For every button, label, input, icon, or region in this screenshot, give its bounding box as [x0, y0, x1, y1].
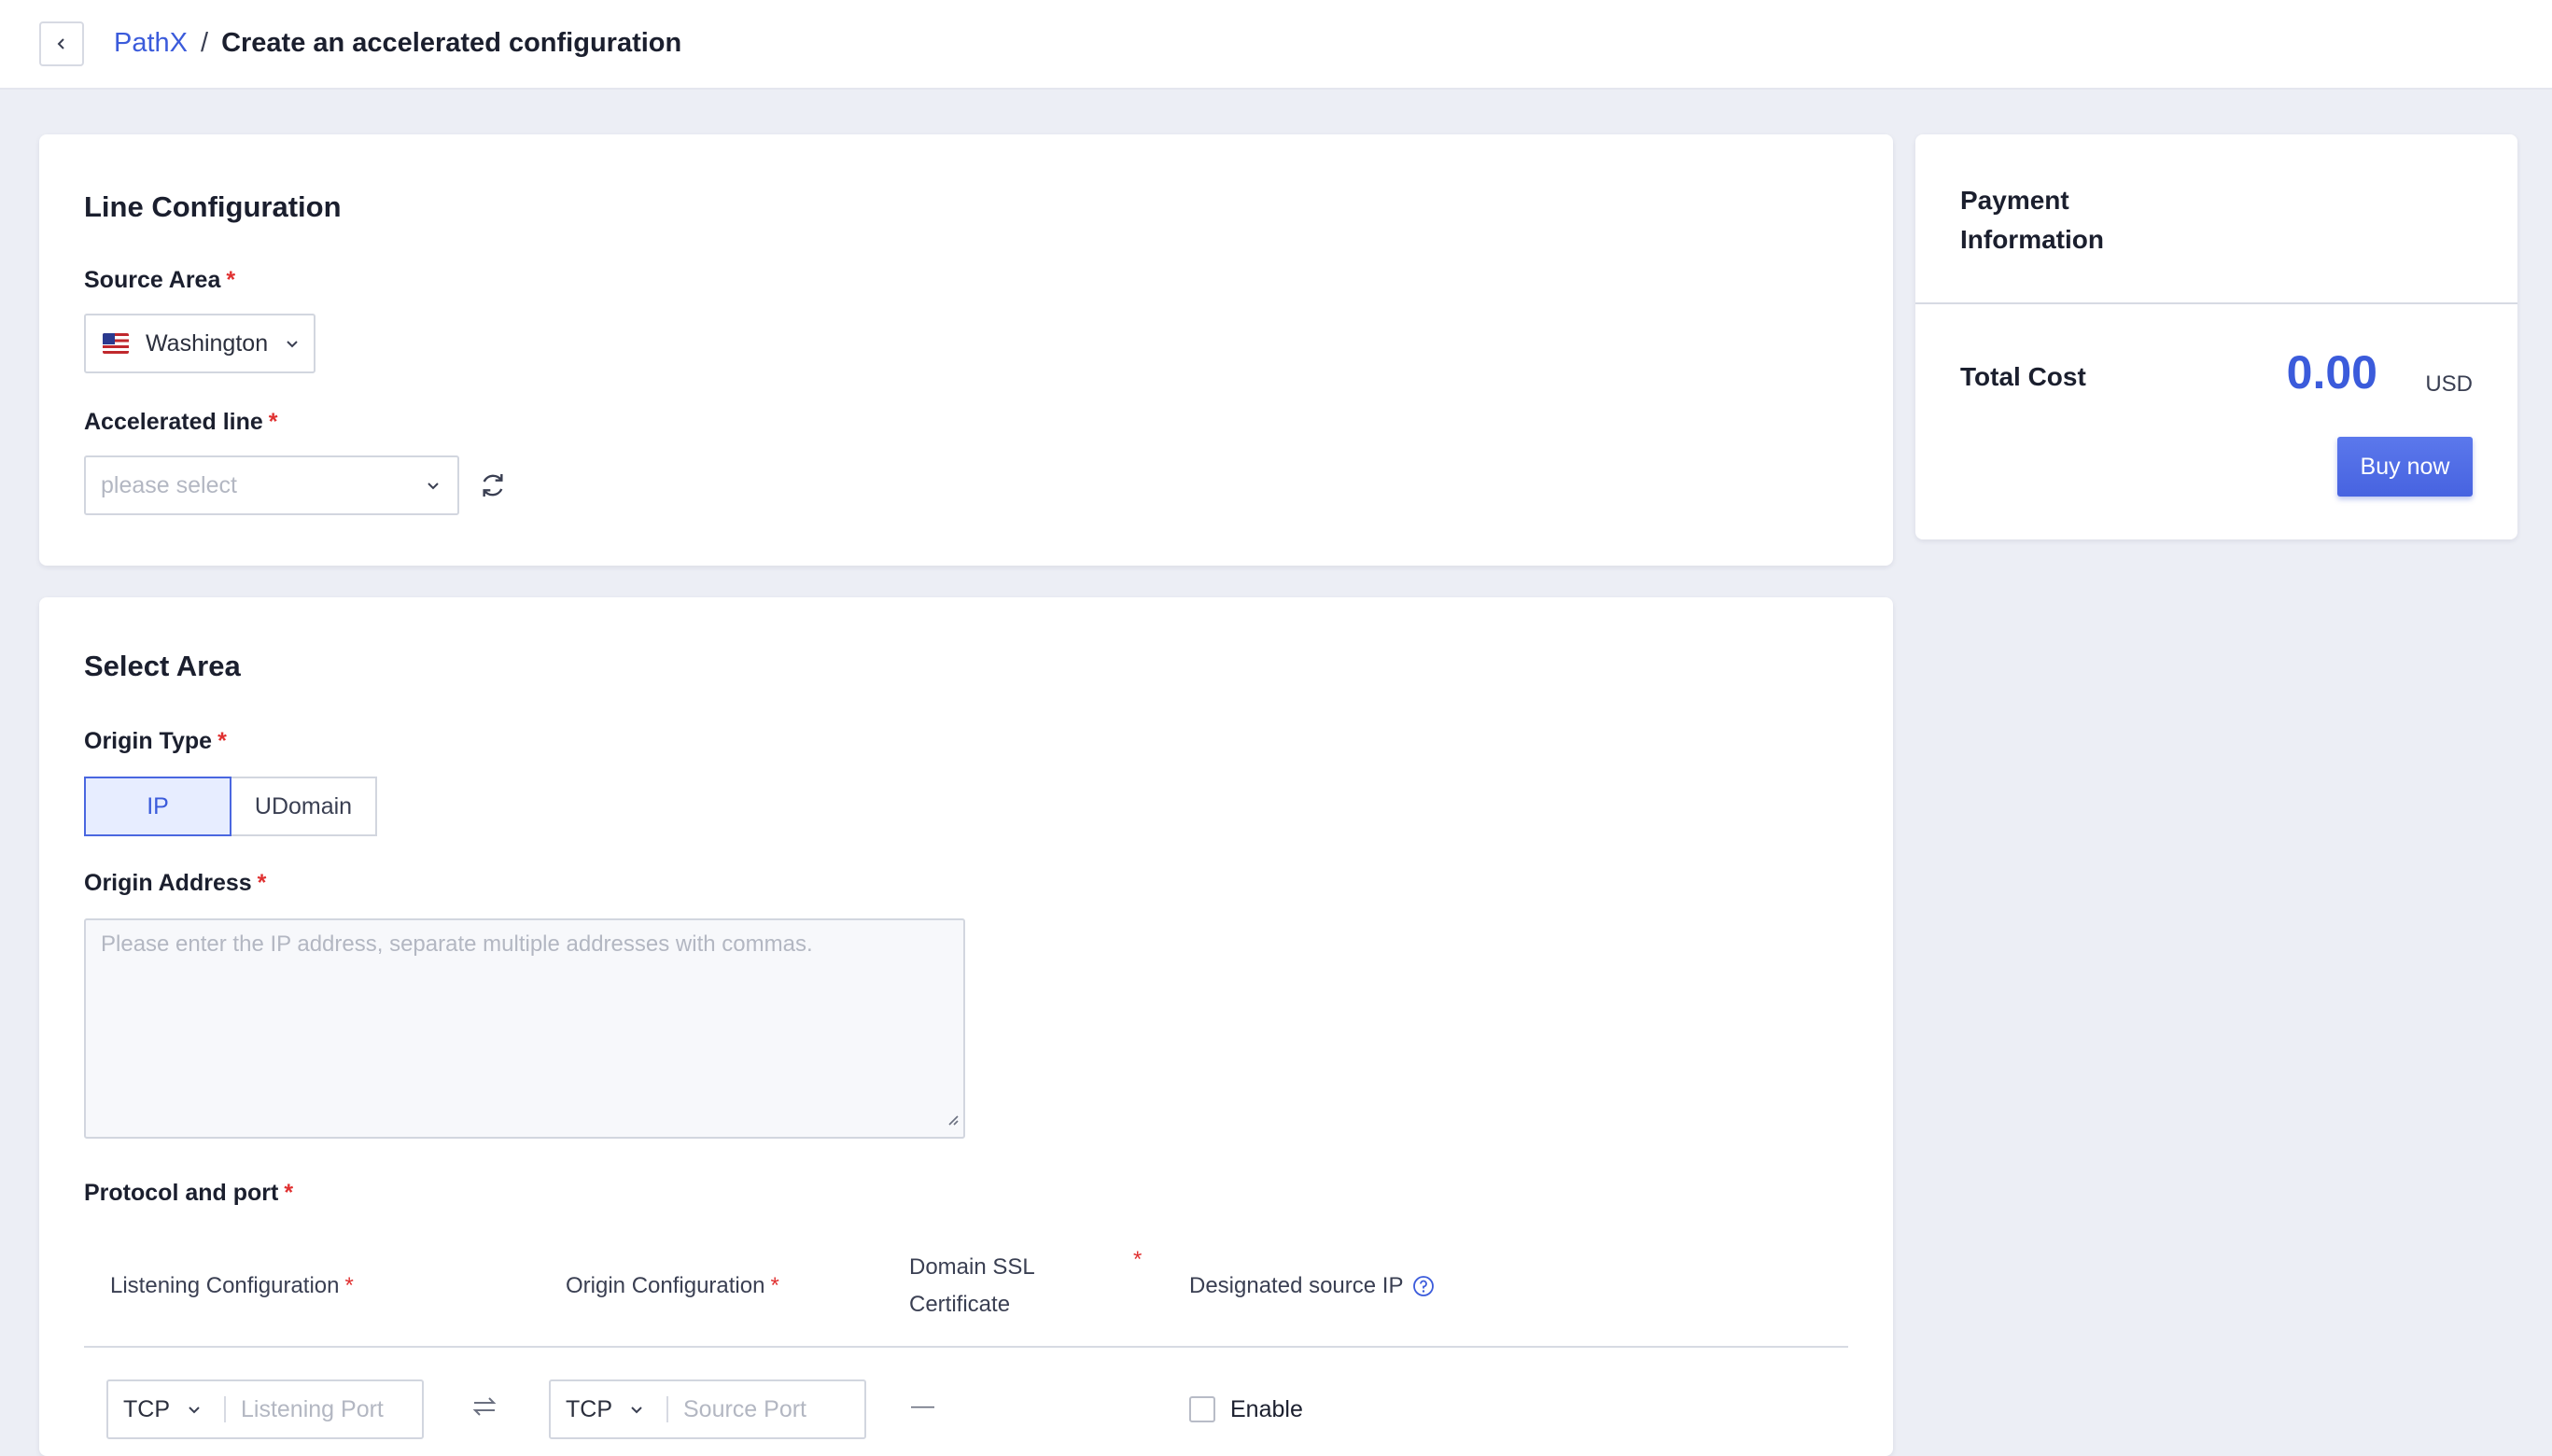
payment-information-card: Payment Information Total Cost 0.00 USD … — [1915, 134, 2517, 539]
breadcrumb-pathx-link[interactable]: PathX — [114, 28, 188, 59]
payment-divider — [1915, 302, 2517, 304]
origin-type-toggle: IP UDomain — [84, 777, 377, 836]
combo-divider — [224, 1396, 226, 1422]
help-circle-icon[interactable] — [1412, 1275, 1435, 1297]
chevron-down-icon — [285, 336, 300, 351]
page-title: Create an accelerated configuration — [221, 28, 682, 58]
chevron-down-icon — [426, 478, 441, 493]
domain-ssl-value: — — [911, 1393, 934, 1419]
enable-label: Enable — [1230, 1396, 1303, 1422]
domain-ssl-header: Domain SSL Certificate — [909, 1254, 1035, 1317]
origin-config-combo: TCP Source Port — [549, 1379, 866, 1439]
listening-port-input[interactable]: Listening Port — [241, 1396, 384, 1423]
origin-protocol-select[interactable]: TCP — [551, 1396, 666, 1423]
protocol-port-label: Protocol and port * — [84, 1180, 294, 1206]
origin-type-ip-button[interactable]: IP — [84, 777, 231, 836]
origin-address-label: Origin Address * — [84, 870, 267, 896]
listening-protocol-select[interactable]: TCP — [108, 1396, 224, 1423]
line-configuration-card: Line Configuration Source Area * Washingt… — [39, 134, 1893, 566]
breadcrumb: PathX / Create an accelerated configurat… — [114, 28, 681, 59]
chevron-down-icon — [187, 1402, 202, 1417]
origin-type-udomain-button[interactable]: UDomain — [230, 777, 377, 836]
source-area-label: Source Area * — [84, 267, 236, 293]
chevron-left-icon — [54, 36, 69, 51]
source-port-input[interactable]: Source Port — [683, 1396, 806, 1423]
chevron-down-icon — [629, 1402, 644, 1417]
domain-ssl-required-mark: * — [1133, 1247, 1143, 1272]
total-cost-amount: 0.00 — [2286, 346, 2377, 399]
designated-source-ip-header: Designated source IP — [1189, 1267, 1435, 1305]
top-bar: PathX / Create an accelerated configurat… — [0, 0, 2552, 90]
origin-address-textarea[interactable]: Please enter the IP address, separate mu… — [84, 918, 965, 1139]
accelerated-line-placeholder: please select — [101, 471, 237, 498]
total-cost-label: Total Cost — [1960, 362, 2086, 391]
refresh-icon[interactable] — [478, 470, 508, 500]
line-configuration-title: Line Configuration — [84, 190, 342, 223]
resize-grip-icon[interactable] — [946, 1107, 960, 1133]
enable-checkbox[interactable] — [1189, 1396, 1215, 1422]
select-area-card: Select Area Origin Type * IP UDomain Orig… — [39, 597, 1893, 1456]
source-area-select[interactable]: Washington — [84, 314, 315, 373]
select-area-title: Select Area — [84, 650, 241, 682]
origin-type-label: Origin Type * — [84, 728, 227, 754]
accelerated-line-select[interactable]: please select — [84, 455, 459, 515]
buy-now-button[interactable]: Buy now — [2337, 437, 2473, 497]
origin-config-header: Origin Configuration * — [566, 1273, 779, 1298]
combo-divider — [666, 1396, 668, 1422]
total-cost-currency: USD — [2425, 371, 2473, 397]
source-area-value: Washington — [146, 329, 269, 357]
accelerated-line-label: Accelerated line * — [84, 409, 278, 435]
payment-title: Payment Information — [1960, 186, 2104, 254]
us-flag-icon — [103, 333, 129, 354]
listening-config-header: Listening Configuration * — [110, 1273, 354, 1298]
swap-arrows-icon — [470, 1393, 498, 1421]
table-divider — [84, 1346, 1848, 1348]
origin-address-placeholder: Please enter the IP address, separate mu… — [101, 931, 813, 957]
listening-config-combo: TCP Listening Port — [106, 1379, 424, 1439]
back-button[interactable] — [39, 21, 84, 66]
breadcrumb-separator: / — [201, 28, 209, 58]
